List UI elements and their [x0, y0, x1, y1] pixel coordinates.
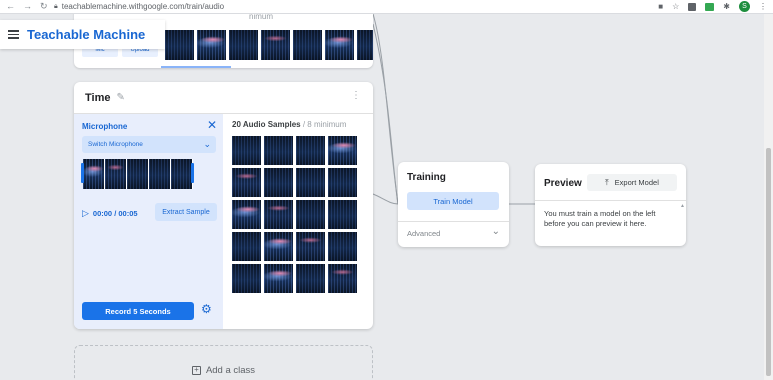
preview-title: Preview: [544, 178, 582, 189]
play-icon[interactable]: ▷: [82, 208, 89, 219]
upload-icon: ⤒: [605, 177, 609, 187]
chevron-down-icon[interactable]: ⌄: [492, 226, 500, 237]
waveform-segment: [171, 159, 192, 189]
sample-thumbnail[interactable]: [296, 168, 325, 197]
trim-handle-right[interactable]: [191, 163, 194, 183]
sample-thumbnail[interactable]: [264, 232, 293, 261]
page-scrollbar[interactable]: [764, 14, 773, 380]
page-canvas: nimum Mic Upload Teachable Machine Time …: [0, 14, 773, 380]
sample-thumbnail[interactable]: [293, 30, 322, 60]
divider: [535, 200, 686, 201]
sample-thumbnail[interactable]: [328, 232, 357, 261]
camera-icon[interactable]: ■: [658, 2, 663, 11]
chevron-down-icon: ⌄: [203, 139, 211, 149]
reload-icon[interactable]: ↻: [40, 1, 48, 12]
pencil-icon[interactable]: ✎: [116, 92, 124, 103]
sample-thumbnail[interactable]: [264, 264, 293, 293]
training-card: Training Train Model Advanced ⌄: [398, 162, 509, 247]
samples-grid: [232, 136, 357, 293]
class-name[interactable]: Time: [85, 92, 110, 104]
minimum-label: nimum: [249, 14, 274, 21]
app-title[interactable]: Teachable Machine: [27, 27, 145, 42]
microphone-panel: Microphone ✕ Switch Microphone ⌄ ▷ 00:00…: [74, 114, 223, 329]
training-title: Training: [407, 172, 446, 183]
microphone-select[interactable]: Switch Microphone ⌄: [82, 136, 216, 153]
export-model-label: Export Model: [614, 178, 659, 187]
microphone-title: Microphone: [82, 122, 128, 131]
app-header: Teachable Machine: [0, 20, 165, 49]
avatar[interactable]: S: [739, 1, 750, 12]
browser-nav: ← → ↻: [0, 1, 54, 12]
samples-count: 20 Audio Samples: [232, 120, 301, 129]
sample-thumbnail[interactable]: [232, 232, 261, 261]
samples-header: 20 Audio Samples / 8 minimum: [232, 120, 346, 129]
sample-thumbnail[interactable]: [325, 30, 354, 60]
back-icon[interactable]: ←: [6, 1, 15, 12]
browser-toolbar: ← → ↻ 🔒︎ teachablemachine.withgoogle.com…: [0, 0, 773, 14]
hamburger-menu-icon[interactable]: [8, 30, 19, 39]
waveform-segment: [149, 159, 170, 189]
sample-thumbnail[interactable]: [328, 200, 357, 229]
sample-thumbnail[interactable]: [232, 136, 261, 165]
sample-thumbnails: [165, 30, 373, 60]
puzzle-icon[interactable]: ✱: [723, 2, 730, 11]
sample-thumbnail[interactable]: [197, 30, 226, 60]
playback-row: ▷ 00:00 / 00:05: [82, 208, 138, 219]
train-model-button[interactable]: Train Model: [407, 192, 499, 210]
sample-thumbnail[interactable]: [357, 30, 373, 60]
plus-icon: +: [191, 365, 201, 375]
sample-thumbnail[interactable]: [296, 136, 325, 165]
class-card-header: Time ✎ ⋮: [74, 82, 373, 114]
export-model-button[interactable]: ⤒ Export Model: [587, 174, 677, 191]
class-card-time: Time ✎ ⋮ Microphone ✕ Switch Microphone …: [74, 82, 373, 329]
sample-thumbnail[interactable]: [328, 136, 357, 165]
sample-thumbnail[interactable]: [328, 168, 357, 197]
star-icon[interactable]: ☆: [672, 2, 679, 11]
address-bar[interactable]: teachablemachine.withgoogle.com/train/au…: [62, 2, 224, 11]
sample-thumbnail[interactable]: [165, 30, 194, 60]
sample-thumbnail[interactable]: [232, 200, 261, 229]
add-class-label: Add a class: [205, 364, 256, 376]
lock-icon[interactable]: 🔒︎: [54, 3, 58, 11]
sample-thumbnail[interactable]: [264, 168, 293, 197]
extension-icon[interactable]: [705, 2, 715, 11]
more-options-icon[interactable]: ⋮: [351, 91, 361, 101]
microphone-select-value: Switch Microphone: [88, 141, 143, 148]
waveform-segment: [127, 159, 148, 189]
sample-thumbnail[interactable]: [264, 200, 293, 229]
menu-icon[interactable]: ⋮: [759, 2, 767, 11]
sample-thumbnail[interactable]: [261, 30, 290, 60]
extension-icon[interactable]: [688, 2, 697, 11]
trim-handle-left[interactable]: [81, 163, 84, 183]
selection-bar: [161, 66, 231, 68]
sample-thumbnail[interactable]: [328, 264, 357, 293]
advanced-toggle[interactable]: Advanced: [407, 229, 440, 238]
sample-thumbnail[interactable]: [296, 232, 325, 261]
add-class-button[interactable]: + Add a class: [74, 345, 373, 380]
record-button[interactable]: Record 5 Seconds: [82, 302, 194, 320]
scroll-up-icon[interactable]: ▲: [680, 204, 685, 209]
preview-scrollbar[interactable]: ▲: [680, 204, 685, 240]
waveform-segment: [105, 159, 126, 189]
recording-waveform[interactable]: [83, 159, 193, 189]
extract-sample-button[interactable]: Extract Sample: [155, 203, 217, 221]
waveform-segment: [83, 159, 104, 189]
close-icon[interactable]: ✕: [207, 119, 217, 131]
samples-minimum: / 8 minimum: [302, 120, 347, 129]
sample-thumbnail[interactable]: [296, 264, 325, 293]
sample-thumbnail[interactable]: [232, 168, 261, 197]
forward-icon[interactable]: →: [23, 1, 32, 12]
sample-thumbnail[interactable]: [232, 264, 261, 293]
gear-icon[interactable]: ⚙: [201, 303, 212, 315]
sample-thumbnail[interactable]: [229, 30, 258, 60]
divider: [398, 221, 509, 222]
scrollbar-thumb[interactable]: [766, 148, 771, 376]
preview-card: Preview ⤒ Export Model You must train a …: [535, 164, 686, 246]
sample-thumbnail[interactable]: [296, 200, 325, 229]
playback-time: 00:00 / 00:05: [92, 209, 138, 218]
browser-actions: ■ ☆ ✱ S ⋮: [658, 1, 767, 12]
preview-message: You must train a model on the left befor…: [544, 209, 656, 228]
sample-thumbnail[interactable]: [264, 136, 293, 165]
